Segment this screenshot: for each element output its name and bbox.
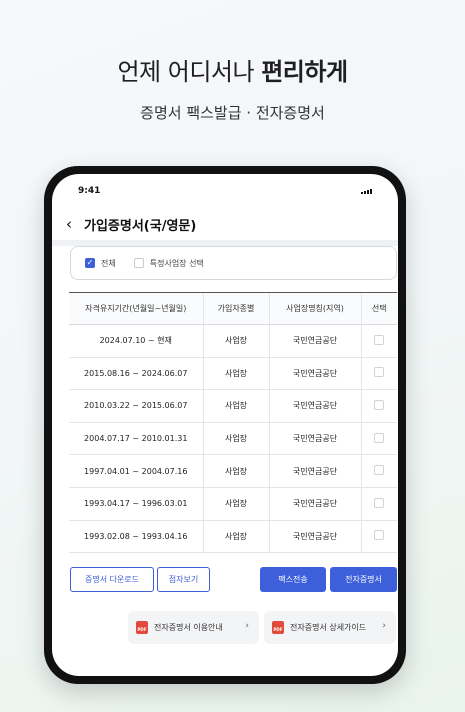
row-checkbox[interactable] xyxy=(374,530,385,541)
cell-workplace: 국민연금공단 xyxy=(268,487,361,521)
e-cert-usage-guide-label: 전자증명서 이용안내 xyxy=(154,623,223,632)
cell-workplace: 국민연금공단 xyxy=(268,520,361,554)
cell-select xyxy=(360,324,397,358)
cell-period: 1993.04.17 ~ 1996.03.01 xyxy=(69,487,203,521)
cell-type: 사업장 xyxy=(202,422,269,456)
e-certificate-button[interactable]: 전자증명서 xyxy=(330,567,397,592)
row-checkbox[interactable] xyxy=(374,432,385,443)
e-cert-detail-guide-link[interactable]: PDF 전자증명서 상세가이드 › xyxy=(264,611,396,644)
cell-workplace: 국민연금공단 xyxy=(268,389,361,423)
cell-select xyxy=(360,357,397,391)
e-cert-detail-guide-label: 전자증명서 상세가이드 xyxy=(290,623,367,632)
cell-type: 사업장 xyxy=(202,487,269,521)
table-header-row: 자격유지기간(년월일~년월일) 가입자종별 사업장명칭(지역) 선택 xyxy=(69,292,397,325)
cell-type: 사업장 xyxy=(202,324,269,358)
cell-workplace: 국민연금공단 xyxy=(268,357,361,391)
table-row[interactable]: 1993.02.08 ~ 1993.04.16 사업장 국민연금공단 xyxy=(69,520,397,554)
table-row[interactable]: 2024.07.10 ~ 현재 사업장 국민연금공단 xyxy=(69,324,397,358)
cell-type: 사업장 xyxy=(202,357,269,391)
pdf-icon: PDF xyxy=(136,621,148,634)
cell-type: 사업장 xyxy=(202,389,269,423)
table-row[interactable]: 2015.08.16 ~ 2024.06.07 사업장 국민연금공단 xyxy=(69,357,397,391)
headline: 언제 어디서나 편리하게 xyxy=(0,52,465,87)
row-checkbox[interactable] xyxy=(374,334,385,345)
filter-all-checkbox[interactable]: ✓ xyxy=(85,258,95,268)
cell-period: 1997.04.01 ~ 2004.07.16 xyxy=(69,454,203,488)
column-header-workplace: 사업장명칭(지역) xyxy=(268,292,361,325)
certificate-table: 자격유지기간(년월일~년월일) 가입자종별 사업장명칭(지역) 선택 2024.… xyxy=(69,292,397,554)
pdf-icon: PDF xyxy=(272,621,284,634)
filter-specific-option[interactable]: 특정사업장 선택 xyxy=(133,258,204,269)
tablet-frame: 9:41 ‹ 가입증명서(국/영문) ✓ 전체 특정사업장 선택 자격유지기간(… xyxy=(44,166,406,684)
row-checkbox[interactable] xyxy=(374,367,385,378)
cell-period: 2004.07.17 ~ 2010.01.31 xyxy=(69,422,203,456)
filter-all-option[interactable]: ✓ 전체 xyxy=(85,258,116,269)
app-header: ‹ 가입증명서(국/영문) xyxy=(66,214,384,234)
row-checkbox[interactable] xyxy=(374,465,385,476)
braille-view-button[interactable]: 점자보기 xyxy=(157,567,210,592)
fax-send-button[interactable]: 팩스전송 xyxy=(260,567,326,592)
filter-all-label: 전체 xyxy=(101,258,116,268)
filter-specific-label: 특정사업장 선택 xyxy=(149,258,204,268)
table-row[interactable]: 1997.04.01 ~ 2004.07.16 사업장 국민연금공단 xyxy=(69,454,397,488)
cell-workplace: 국민연금공단 xyxy=(268,324,361,358)
cell-workplace: 국민연금공단 xyxy=(268,422,361,456)
column-header-period: 자격유지기간(년월일~년월일) xyxy=(69,292,203,325)
signal-icon xyxy=(361,189,372,194)
download-certificate-button[interactable]: 증명서 다운로드 xyxy=(70,567,154,592)
tablet-screen: 9:41 ‹ 가입증명서(국/영문) ✓ 전체 특정사업장 선택 자격유지기간(… xyxy=(52,174,398,676)
table-row[interactable]: 2010.03.22 ~ 2015.06.07 사업장 국민연금공단 xyxy=(69,389,397,423)
cell-type: 사업장 xyxy=(202,520,269,554)
page-title: 가입증명서(국/영문) xyxy=(84,218,197,234)
chevron-right-icon: › xyxy=(245,621,249,631)
status-time: 9:41 xyxy=(78,186,101,196)
filter-box: ✓ 전체 특정사업장 선택 xyxy=(70,246,397,280)
cell-select xyxy=(360,422,397,456)
filter-specific-checkbox[interactable] xyxy=(133,258,144,268)
subheadline: 증명서 팩스발급 · 전자증명서 xyxy=(140,104,325,122)
table-row[interactable]: 2004.07.17 ~ 2010.01.31 사업장 국민연금공단 xyxy=(69,422,397,456)
row-checkbox[interactable] xyxy=(374,399,385,410)
cell-period: 1993.02.08 ~ 1993.04.16 xyxy=(69,520,203,554)
table-row[interactable]: 1993.04.17 ~ 1996.03.01 사업장 국민연금공단 xyxy=(69,487,397,521)
cell-select xyxy=(360,454,397,488)
chevron-right-icon: › xyxy=(382,621,386,631)
cell-select xyxy=(360,389,397,423)
cell-workplace: 국민연금공단 xyxy=(268,454,361,488)
cell-period: 2024.07.10 ~ 현재 xyxy=(69,324,203,358)
e-cert-usage-guide-link[interactable]: PDF 전자증명서 이용안내 › xyxy=(128,611,259,644)
column-header-select: 선택 xyxy=(360,292,397,325)
cell-select xyxy=(360,520,397,554)
column-header-type: 가입자종별 xyxy=(202,292,269,325)
cell-period: 2015.08.16 ~ 2024.06.07 xyxy=(69,357,203,391)
headline-regular: 언제 어디서나 xyxy=(117,58,262,86)
cell-period: 2010.03.22 ~ 2015.06.07 xyxy=(69,389,203,423)
headline-bold: 편리하게 xyxy=(261,58,348,86)
chevron-left-icon[interactable]: ‹ xyxy=(66,215,82,233)
status-bar: 9:41 xyxy=(78,186,372,200)
cell-type: 사업장 xyxy=(202,454,269,488)
row-checkbox[interactable] xyxy=(374,497,385,508)
cell-select xyxy=(360,487,397,521)
